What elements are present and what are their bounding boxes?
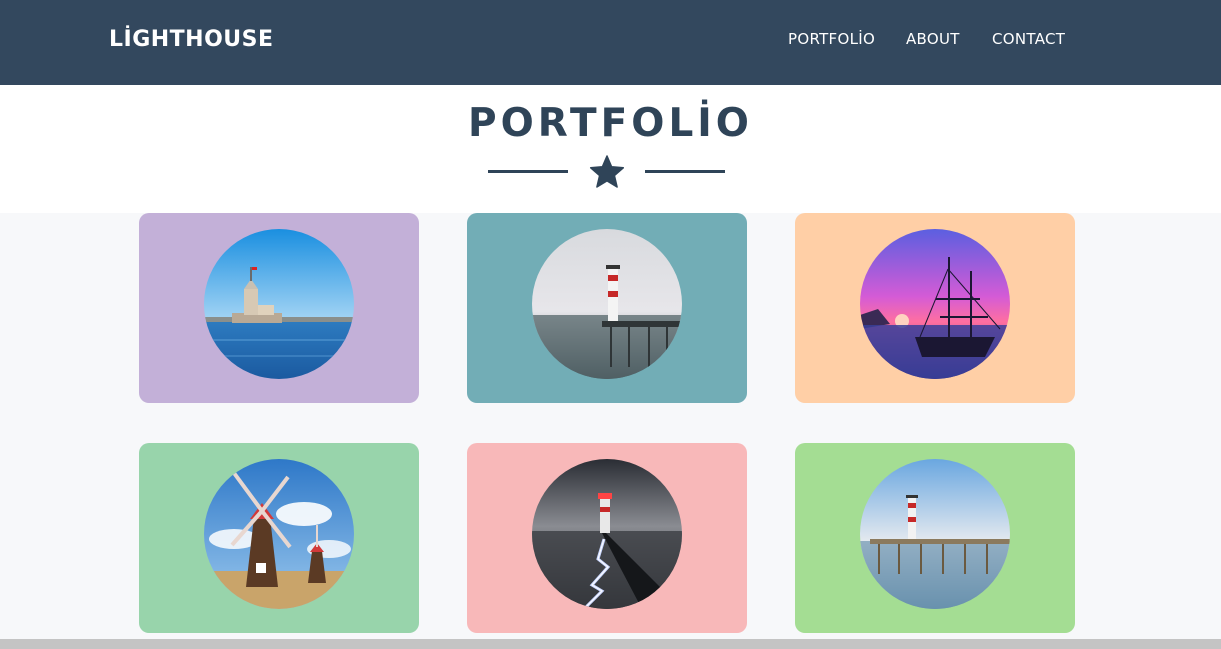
nav-link-contact[interactable]: CONTACT	[992, 30, 1065, 48]
lighthouse-light-trail-photo	[532, 459, 682, 609]
navbar: LİGHTHOUSE PORTFOLİO ABOUT CONTACT	[0, 0, 1221, 85]
portfolio-card-4[interactable]	[139, 443, 419, 633]
nav-link-about[interactable]: ABOUT	[906, 30, 960, 48]
divider-line-right	[645, 170, 725, 173]
windmills-photo	[204, 459, 354, 609]
portfolio-card-2[interactable]	[467, 213, 747, 403]
horizontal-scrollbar[interactable]	[0, 639, 1221, 649]
lighthouse-jetty-photo	[860, 459, 1010, 609]
maidens-tower-photo	[204, 229, 354, 379]
divider-line-left	[488, 170, 568, 173]
portfolio-card-3[interactable]	[795, 213, 1075, 403]
portfolio-card-1[interactable]	[139, 213, 419, 403]
page-title: PORTFOLİO	[468, 101, 753, 146]
sailing-ship-sunset-photo	[860, 229, 1010, 379]
lighthouse-pier-photo	[532, 229, 682, 379]
portfolio-header: PORTFOLİO	[0, 85, 1221, 213]
star-icon	[589, 155, 625, 188]
portfolio-card-6[interactable]	[795, 443, 1075, 633]
nav-link-portfolio[interactable]: PORTFOLİO	[788, 30, 875, 48]
portfolio-card-5[interactable]	[467, 443, 747, 633]
brand-logo[interactable]: LİGHTHOUSE	[109, 27, 274, 52]
